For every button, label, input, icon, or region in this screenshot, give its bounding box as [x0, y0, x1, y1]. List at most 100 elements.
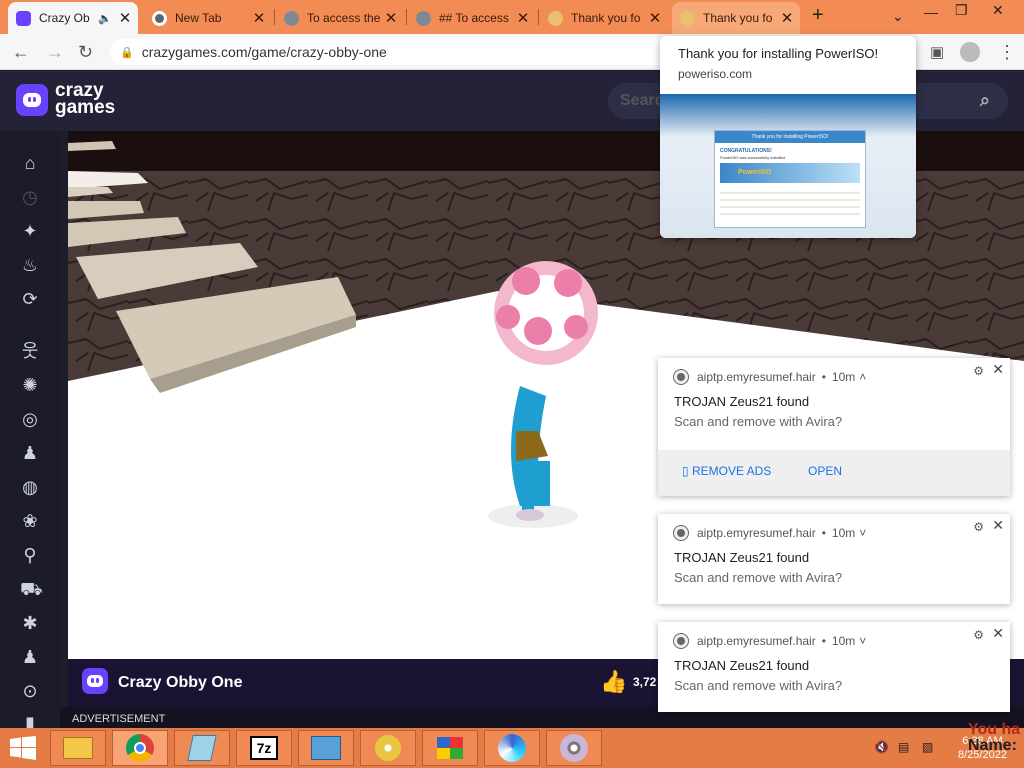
file-explorer-icon[interactable] — [50, 730, 106, 766]
crazygames-small-logo-icon[interactable] — [82, 668, 108, 694]
thumbs-up-icon[interactable]: 👍 — [600, 669, 627, 695]
close-icon[interactable]: ✕ — [992, 517, 1004, 534]
car-icon[interactable]: ⛟ — [20, 579, 43, 599]
disc-icon[interactable] — [360, 730, 416, 766]
dvd-icon[interactable] — [546, 730, 602, 766]
control-panel-icon[interactable] — [298, 730, 354, 766]
popup-title: Thank you for installing PowerISO! — [678, 46, 879, 61]
expand-chevron-icon[interactable]: ˅ — [859, 526, 866, 540]
basketball-icon[interactable]: ◍ — [20, 477, 40, 497]
lock-icon[interactable]: 🔒 — [120, 46, 134, 59]
tab-thank-you-2[interactable]: Thank you fo ✕ — [672, 2, 800, 34]
crazygames-logo-icon[interactable] — [16, 84, 48, 116]
close-icon[interactable]: ✕ — [992, 361, 1004, 378]
restore-icon[interactable]: ❐ — [955, 2, 968, 19]
side-panel-icon[interactable]: ▣ — [930, 43, 944, 61]
updated-icon[interactable]: ⟳ — [20, 289, 40, 309]
speaker-icon[interactable]: 🔈 — [98, 12, 112, 25]
clicker-icon[interactable]: ✱ — [20, 613, 40, 633]
action-center-icon[interactable]: ▧ — [922, 740, 933, 754]
tab-title: Crazy Ob — [39, 11, 90, 25]
close-tab-icon[interactable]: ✕ — [514, 9, 532, 27]
settings-gear-icon[interactable]: ⚙ — [973, 520, 984, 534]
collapse-chevron-icon[interactable]: ˄ — [859, 370, 866, 384]
bike-icon[interactable]: ⚲ — [20, 545, 40, 565]
close-tab-icon[interactable]: ✕ — [116, 9, 134, 27]
adventure-icon[interactable]: ◎ — [20, 409, 40, 429]
tab-thank-you-1[interactable]: Thank you fo ✕ — [540, 2, 668, 34]
game-title: Crazy Obby One — [118, 674, 243, 691]
windows-taskbar: 7z 🔇 ▤ ▧ 6:38 AM 8/25/2022 You ha Name: — [0, 722, 1024, 768]
chrome-icon[interactable] — [112, 730, 168, 766]
preview-header: Thank you for installing PowerISO! — [715, 131, 865, 143]
driving-icon[interactable]: ⊙ — [20, 681, 40, 701]
flower-icon[interactable]: ❀ — [20, 511, 40, 531]
search-placeholder: Searc — [620, 92, 664, 109]
category-sidebar: ⌂ ◷ ✦ ♨ ⟳ 웃 ✺ ◎ ♟ ◍ ❀ ⚲ ⛟ ✱ ♟ ⊙ ▮ — [0, 131, 60, 733]
tab-title: ## To access — [439, 11, 509, 25]
poweriso-favicon-icon — [548, 10, 563, 26]
windows-start-icon[interactable] — [10, 736, 36, 765]
tab-search-chevron-icon[interactable]: ⌄ — [892, 8, 904, 25]
close-tab-icon[interactable]: ✕ — [646, 9, 664, 27]
search-icon[interactable]: ⌕ — [980, 90, 990, 111]
time-text: 10m — [831, 370, 856, 384]
home-icon[interactable]: ⌂ — [20, 153, 40, 173]
notification-title: TROJAN Zeus21 found — [674, 658, 810, 673]
menu-kebab-icon[interactable]: ⋮ — [998, 42, 1016, 63]
volume-muted-icon[interactable]: 🔇 — [874, 740, 889, 754]
windows-flag-icon[interactable] — [422, 730, 478, 766]
casual-icon[interactable]: ♟ — [20, 443, 40, 463]
notification-source: aiptp.emyresumef.hair • 10m ˄ — [674, 370, 866, 384]
back-arrow-icon[interactable]: ← — [12, 42, 30, 63]
crazygames-logo-text[interactable]: crazy games — [55, 81, 115, 117]
minimize-icon[interactable]: — — [924, 4, 938, 20]
multiplayer-icon[interactable]: 웃 — [20, 341, 40, 361]
poweriso-favicon-icon — [680, 10, 695, 26]
close-tab-icon[interactable]: ✕ — [250, 9, 268, 27]
notepad-icon[interactable] — [174, 730, 230, 766]
7zip-icon[interactable]: 7z — [236, 730, 292, 766]
open-button[interactable]: OPEN — [808, 464, 842, 478]
close-tab-icon[interactable]: ✕ — [382, 9, 400, 27]
media-icon[interactable] — [484, 730, 540, 766]
popup-domain: poweriso.com — [678, 67, 753, 81]
notification-1[interactable]: aiptp.emyresumef.hair • 10m ˄ ⚙ ✕ TROJAN… — [658, 358, 1010, 496]
action-icon[interactable]: ✺ — [20, 375, 40, 395]
tab-to-access-2[interactable]: ## To access ✕ — [408, 2, 536, 34]
notification-body: Scan and remove with Avira? — [674, 570, 843, 585]
new-icon[interactable]: ✦ — [20, 221, 40, 241]
remove-ads-label: REMOVE ADS — [691, 464, 772, 478]
profile-avatar[interactable] — [960, 42, 980, 62]
tab-crazy-obby[interactable]: Crazy Ob 🔈 ✕ — [8, 2, 138, 34]
poweriso-install-popup[interactable]: Thank you for installing PowerISO! power… — [660, 36, 916, 238]
notification-2[interactable]: aiptp.emyresumef.hair • 10m ˅ ⚙ ✕ TROJAN… — [658, 514, 1010, 604]
trending-icon[interactable]: ♨ — [20, 255, 40, 275]
notification-3[interactable]: aiptp.emyresumef.hair • 10m ˅ ⚙ ✕ TROJAN… — [658, 622, 1010, 712]
close-tab-icon[interactable]: ✕ — [778, 9, 796, 27]
globe-favicon-icon — [284, 10, 299, 26]
puzzle-icon[interactable]: ♟ — [20, 647, 40, 667]
close-icon[interactable]: ✕ — [992, 625, 1004, 642]
overlay-line-2: Name: — [968, 737, 1017, 754]
tab-title: New Tab — [175, 11, 222, 25]
tab-to-access-1[interactable]: To access the ✕ — [276, 2, 404, 34]
new-tab-button[interactable]: + — [812, 4, 824, 27]
chrome-icon — [674, 370, 688, 384]
expand-chevron-icon[interactable]: ˅ — [859, 634, 866, 648]
remove-ads-button[interactable]: ▯ REMOVE ADS — [682, 464, 771, 478]
forward-arrow-icon[interactable]: → — [46, 42, 64, 63]
crazygames-favicon-icon — [16, 10, 31, 26]
close-window-icon[interactable]: ✕ — [992, 2, 1004, 19]
settings-gear-icon[interactable]: ⚙ — [973, 628, 984, 642]
tab-divider — [274, 9, 275, 25]
source-text: aiptp.emyresumef.hair — [697, 634, 816, 648]
recent-icon[interactable]: ◷ — [20, 187, 40, 207]
network-icon[interactable]: ▤ — [898, 740, 909, 754]
settings-gear-icon[interactable]: ⚙ — [973, 364, 984, 378]
tab-new-tab[interactable]: New Tab ✕ — [144, 2, 272, 34]
tab-title: To access the — [307, 11, 381, 25]
reload-icon[interactable]: ↻ — [78, 42, 93, 63]
notification-actions: ▯ REMOVE ADS OPEN — [658, 450, 1010, 496]
url-input[interactable]: 🔒 crazygames.com/game/crazy-obby-one — [110, 39, 670, 65]
